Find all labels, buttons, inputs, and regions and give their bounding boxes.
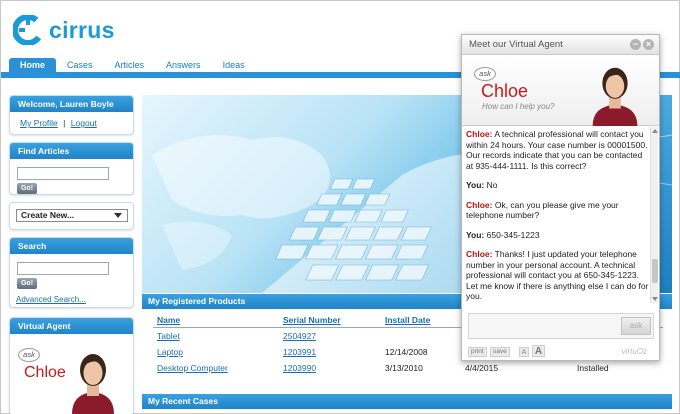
search-panel: Search Go! Advanced Search... <box>9 237 134 308</box>
virtual-agent-panel: Virtual Agent ask Chloe <box>9 317 134 414</box>
message-speaker: You: <box>466 180 485 190</box>
ask-button[interactable]: ask <box>621 317 651 335</box>
table-row: Desktop Computer 1203990 3/13/2010 4/4/2… <box>153 360 663 376</box>
message-speaker: You: <box>466 229 485 240</box>
chat-message: Chloe: A technical professional will con… <box>466 129 649 171</box>
message-text: A technical professional will contact yo… <box>466 129 648 171</box>
cirrus-logo[interactable]: cirrus <box>13 13 115 47</box>
logout-link[interactable]: Logout <box>71 118 97 128</box>
save-button[interactable]: save <box>490 347 510 357</box>
create-new-label: Create New... <box>21 210 75 220</box>
chat-input-area: ask <box>468 313 654 339</box>
find-articles-input[interactable] <box>17 167 109 180</box>
chat-header: Meet our Virtual Agent − × <box>462 35 659 55</box>
message-speaker: Chloe: <box>466 249 493 259</box>
chat-message: Chloe: Thanks! I just updated your telep… <box>466 249 649 302</box>
create-new-panel: Create New... <box>9 202 134 230</box>
chat-message: You: No <box>466 180 649 191</box>
col-install-date[interactable]: Install Date <box>385 313 465 327</box>
serial-number-link[interactable]: 1203991 <box>283 347 316 357</box>
serial-number-link[interactable]: 1203990 <box>283 363 316 373</box>
serial-number-link[interactable]: 2504927 <box>283 331 316 341</box>
message-text: Thanks! I just updated your telephone nu… <box>466 249 649 301</box>
font-small-button[interactable]: A <box>519 347 529 357</box>
message-text: 650-345-1223 <box>486 229 540 240</box>
warranty-date: 4/4/2015 <box>465 363 499 373</box>
chat-agent-avatar <box>592 67 638 126</box>
find-articles-title: Find Articles <box>10 143 133 159</box>
chat-agent-subtitle: How can I help you? <box>482 102 555 111</box>
chat-footer: print save A A virtuOz <box>462 343 659 360</box>
my-profile-link[interactable]: My Profile <box>20 118 58 128</box>
chat-transcript: Chloe: A technical professional will con… <box>466 129 649 334</box>
chat-agent-area: ask Chloe How can I help you? <box>462 56 659 126</box>
cirrus-logo-icon <box>13 15 43 45</box>
col-serial-number[interactable]: Serial Number <box>283 313 385 327</box>
tab-answers[interactable]: Answers <box>155 58 212 72</box>
tab-cases[interactable]: Cases <box>56 58 104 72</box>
close-icon[interactable]: × <box>643 39 654 50</box>
col-name[interactable]: Name <box>153 313 283 327</box>
status: Installed <box>577 363 609 373</box>
main-nav: Home Cases Articles Answers Ideas <box>9 58 256 72</box>
product-name-link[interactable]: Tablet <box>157 331 180 341</box>
product-name-link[interactable]: Desktop Computer <box>157 363 228 373</box>
chat-message-input[interactable] <box>471 317 619 335</box>
welcome-panel: Welcome, Lauren Boyle My Profile | Logou… <box>9 95 134 135</box>
chat-scrollbar[interactable] <box>650 127 658 303</box>
search-title: Search <box>10 238 133 254</box>
chat-agent-name: Chloe <box>481 81 529 101</box>
message-text: No <box>486 180 498 190</box>
ask-bubble: ask <box>474 67 496 81</box>
install-date: 3/13/2010 <box>385 363 423 373</box>
tab-home[interactable]: Home <box>9 58 57 72</box>
scroll-down-icon[interactable] <box>652 297 658 301</box>
find-articles-panel: Find Articles Go! <box>9 142 134 195</box>
message-speaker: Chloe: <box>466 199 493 210</box>
welcome-title: Welcome, Lauren Boyle <box>10 96 133 112</box>
font-large-button[interactable]: A <box>532 345 545 357</box>
logo-text: cirrus <box>49 16 115 43</box>
find-articles-go-button[interactable]: Go! <box>17 183 37 194</box>
recent-cases-header: My Recent Cases <box>142 394 672 409</box>
install-date: 12/14/2008 <box>385 347 428 357</box>
dropdown-arrow-icon <box>114 213 122 218</box>
product-name-link[interactable]: Laptop <box>157 347 183 357</box>
print-button[interactable]: print <box>468 347 487 357</box>
ask-bubble: ask <box>18 348 40 362</box>
chat-message: You: 650-345-1223 <box>466 230 649 241</box>
virtual-agent-chat-window: Meet our Virtual Agent − × ask Chloe How… <box>461 34 660 361</box>
tab-ideas[interactable]: Ideas <box>212 58 256 72</box>
page: cirrus Home Cases Articles Answers Ideas… <box>0 0 680 414</box>
chat-message: Chloe: Ok, can you please give me your t… <box>466 200 649 221</box>
message-speaker: Chloe: <box>466 129 493 139</box>
scroll-thumb[interactable] <box>652 259 658 283</box>
install-date <box>385 328 465 344</box>
search-go-button[interactable]: Go! <box>17 278 37 289</box>
link-separator: | <box>63 118 66 128</box>
virtual-agent-title: Virtual Agent <box>10 318 133 334</box>
create-new-select[interactable]: Create New... <box>16 209 128 222</box>
minimize-icon[interactable]: − <box>630 39 641 50</box>
advanced-search-link[interactable]: Advanced Search... <box>16 295 133 304</box>
scroll-up-icon[interactable] <box>652 129 658 133</box>
chat-title: Meet our Virtual Agent <box>469 39 563 50</box>
tab-articles[interactable]: Articles <box>104 58 156 72</box>
virtuoz-brand: virtuOz <box>621 347 647 356</box>
search-input[interactable] <box>17 262 109 275</box>
agent-avatar[interactable] <box>58 342 128 414</box>
